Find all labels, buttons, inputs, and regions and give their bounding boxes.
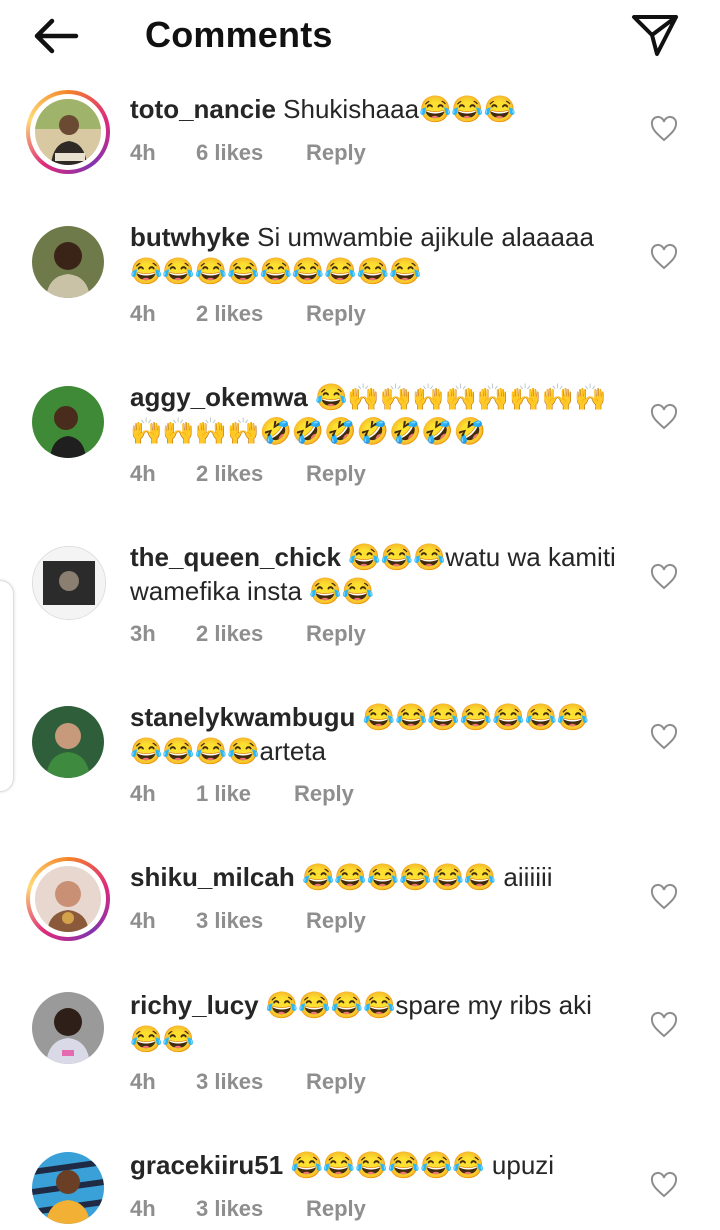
heart-outline-icon[interactable]: [650, 724, 678, 750]
comment-likes[interactable]: 2 likes: [196, 461, 306, 487]
comment-meta: 4h 3 likes Reply: [130, 1196, 366, 1222]
avatar-container[interactable]: [26, 380, 110, 464]
comment-username[interactable]: toto_nancie: [130, 94, 276, 124]
avatar: [35, 99, 101, 165]
comment-time: 4h: [130, 781, 156, 806]
comment-meta: 4h 2 likes Reply: [130, 301, 366, 327]
avatar: [32, 1152, 104, 1224]
comment-time: 4h: [130, 1196, 156, 1221]
avatar: [35, 866, 101, 932]
comment-meta: 4h 1 like Reply: [130, 781, 354, 807]
heart-outline-icon[interactable]: [650, 244, 678, 270]
comment-meta: 4h 2 likes Reply: [130, 461, 366, 487]
comment-meta: 3h 2 likes Reply: [130, 621, 366, 647]
avatar-container[interactable]: [26, 700, 110, 784]
comment-username[interactable]: the_queen_chick: [130, 542, 341, 572]
comment-username[interactable]: aggy_okemwa: [130, 382, 308, 412]
reply-button[interactable]: Reply: [294, 781, 354, 807]
comment-text: butwhyke Si umwambie ajikule alaaaaa 😂😂😂…: [130, 220, 620, 288]
comment-text: aggy_okemwa 😂🙌🙌🙌🙌🙌🙌🙌🙌🙌🙌🙌🙌🤣🤣🤣🤣🤣🤣🤣: [130, 380, 620, 448]
comment-time: 4h: [130, 301, 156, 326]
heart-outline-icon[interactable]: [650, 1172, 678, 1198]
heart-outline-icon[interactable]: [650, 564, 678, 590]
comment-likes[interactable]: 3 likes: [196, 1196, 306, 1222]
comment-time: 4h: [130, 140, 156, 165]
comment-body: Shukishaaa😂😂😂: [283, 94, 517, 124]
comment-time: 3h: [130, 621, 156, 646]
reply-button[interactable]: Reply: [306, 908, 366, 934]
comment-username[interactable]: butwhyke: [130, 222, 250, 252]
paper-plane-icon: [632, 15, 678, 56]
comment-time: 4h: [130, 1069, 156, 1094]
heart-outline-icon[interactable]: [650, 116, 678, 142]
avatar-container[interactable]: [26, 540, 110, 624]
arrow-left-icon: [34, 18, 79, 54]
comment-username[interactable]: stanelykwambugu: [130, 702, 355, 732]
comment-text: richy_lucy 😂😂😂😂spare my ribs aki 😂😂: [130, 988, 620, 1056]
avatar: [32, 386, 104, 458]
comment-username[interactable]: gracekiiru51: [130, 1150, 283, 1180]
comment-username[interactable]: shiku_milcah: [130, 862, 295, 892]
comment-meta: 4h 3 likes Reply: [130, 908, 366, 934]
avatar-story-ring[interactable]: [26, 857, 110, 941]
avatar: [32, 226, 104, 298]
comment-username[interactable]: richy_lucy: [130, 990, 259, 1020]
reply-button[interactable]: Reply: [306, 1196, 366, 1222]
header-bar: Comments: [0, 0, 720, 72]
avatar-container[interactable]: [26, 986, 110, 1070]
comment-time: 4h: [130, 908, 156, 933]
comment-body: 😂😂😂😂😂😂 aiiiiii: [301, 862, 553, 892]
avatar-story-ring[interactable]: [26, 90, 110, 174]
comment-likes[interactable]: 6 likes: [196, 140, 306, 166]
avatar: [32, 992, 104, 1064]
comment-likes[interactable]: 3 likes: [196, 1069, 306, 1095]
comment-meta: 4h 6 likes Reply: [130, 140, 366, 166]
reply-button[interactable]: Reply: [306, 301, 366, 327]
heart-outline-icon[interactable]: [650, 884, 678, 910]
back-button[interactable]: [28, 10, 84, 62]
comment-time: 4h: [130, 461, 156, 486]
reply-button[interactable]: Reply: [306, 140, 366, 166]
comment-likes[interactable]: 3 likes: [196, 908, 306, 934]
comment-text: stanelykwambugu 😂😂😂😂😂😂😂😂😂😂😂arteta: [130, 700, 620, 768]
reply-button[interactable]: Reply: [306, 621, 366, 647]
avatar: [32, 546, 106, 620]
share-button[interactable]: [626, 8, 684, 62]
avatar: [32, 706, 104, 778]
comment-text: the_queen_chick 😂😂😂watu wa kamiti wamefi…: [130, 540, 620, 608]
reply-button[interactable]: Reply: [306, 461, 366, 487]
comment-meta: 4h 3 likes Reply: [130, 1069, 366, 1095]
heart-outline-icon[interactable]: [650, 404, 678, 430]
page-title: Comments: [145, 14, 333, 55]
comment-likes[interactable]: 2 likes: [196, 621, 306, 647]
comment-body: 😂😂😂😂😂😂 upuzi: [290, 1150, 555, 1180]
reply-button[interactable]: Reply: [306, 1069, 366, 1095]
comment-text: toto_nancie Shukishaaa😂😂😂: [130, 92, 620, 126]
avatar-container[interactable]: [26, 1146, 110, 1230]
heart-outline-icon[interactable]: [650, 1012, 678, 1038]
comment-text: shiku_milcah 😂😂😂😂😂😂 aiiiiii: [130, 860, 620, 894]
side-panel-edge: [0, 580, 14, 792]
comment-text: gracekiiru51 😂😂😂😂😂😂 upuzi: [130, 1148, 620, 1182]
avatar-container[interactable]: [26, 220, 110, 304]
comment-likes[interactable]: 2 likes: [196, 301, 306, 327]
comment-likes[interactable]: 1 like: [196, 781, 294, 807]
